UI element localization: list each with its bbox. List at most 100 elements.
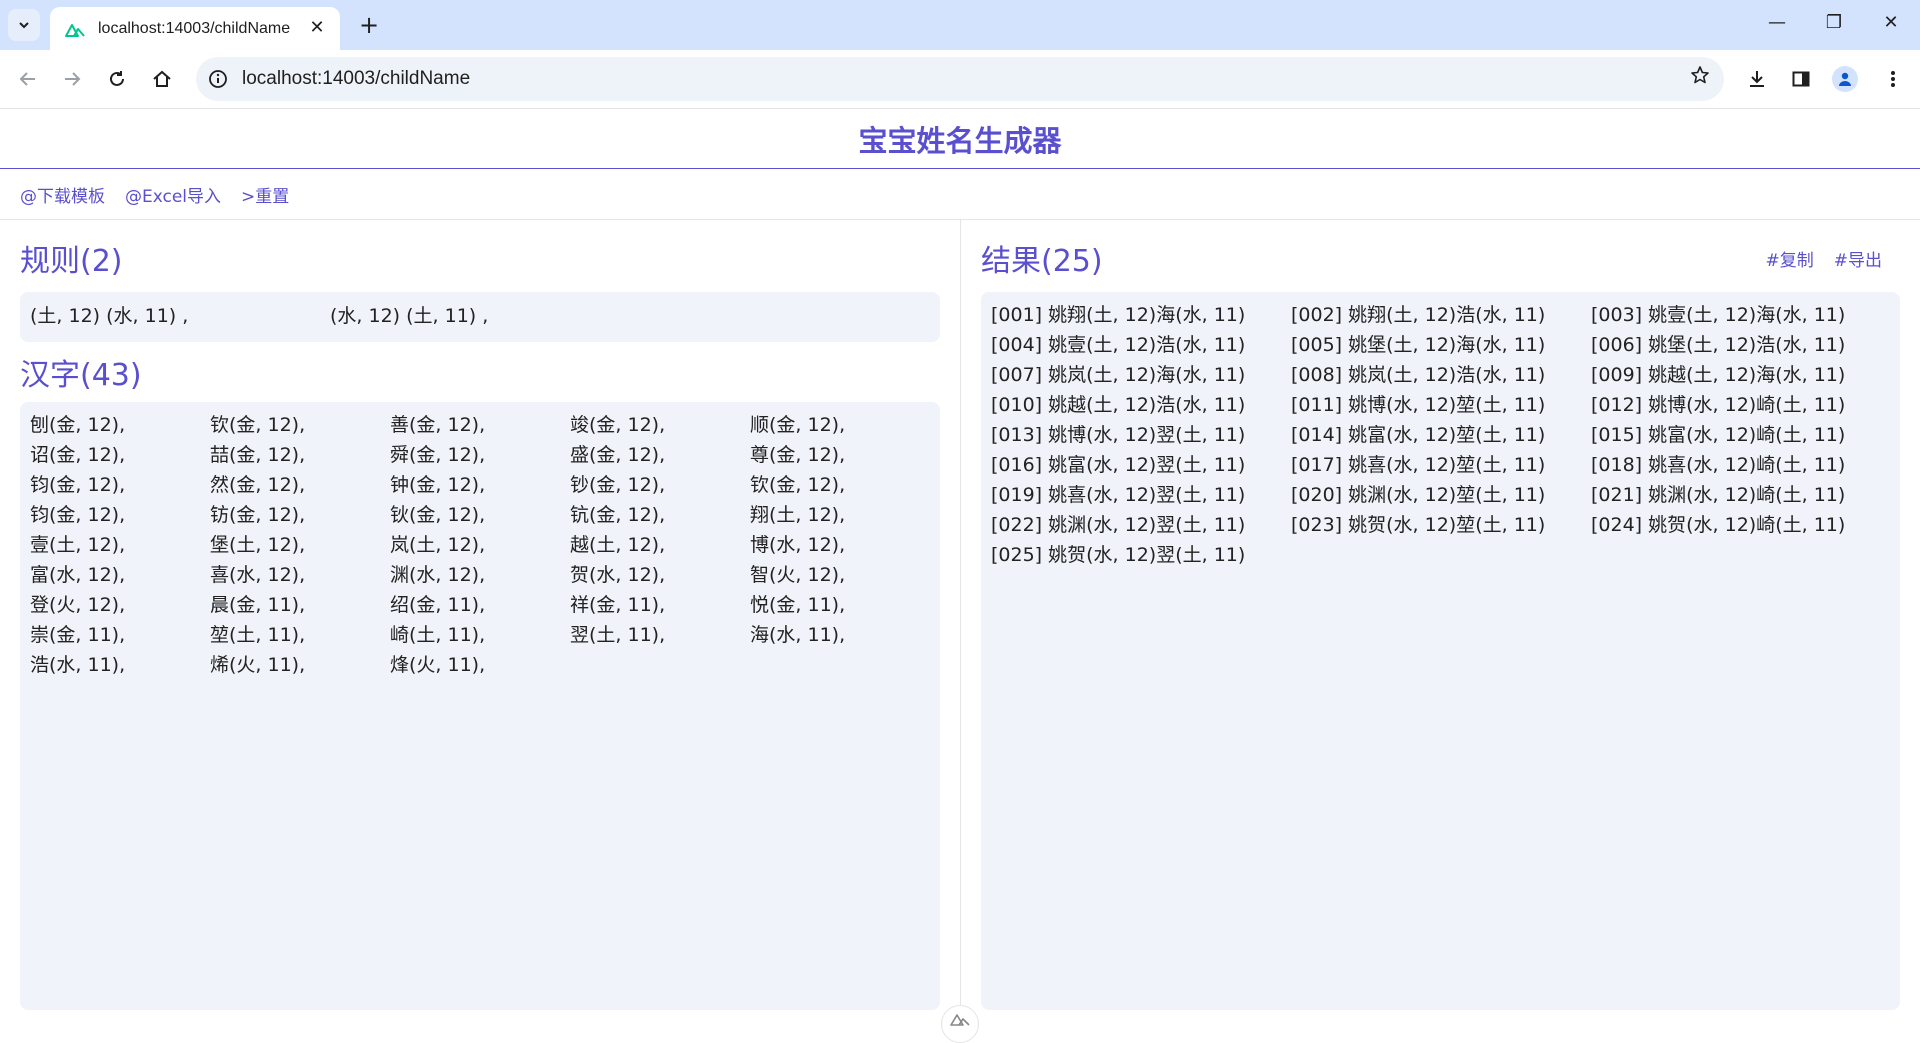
hanzi-item: 堃(土, 11), — [210, 624, 306, 646]
copy-link[interactable]: #复制 — [1766, 246, 1814, 271]
hanzi-item: 壹(土, 12), — [30, 534, 126, 556]
hanzi-panel: 刨(金, 12), 钦(金, 12), 善(金, 12), 竣(金, 12), 顺(金,… — [20, 402, 940, 1010]
restore-icon[interactable]: ❐ — [1822, 12, 1846, 33]
window-close-icon[interactable]: ✕ — [1879, 12, 1903, 33]
hanzi-item: 然(金, 12), — [210, 474, 306, 496]
download-icon[interactable] — [1741, 63, 1773, 95]
hanzi-item: 烯(火, 11), — [210, 654, 306, 676]
result-item: [009] 姚越(土, 12)海(水, 11) — [1591, 364, 1846, 386]
hanzi-item: 岚(土, 12), — [390, 534, 486, 556]
hanzi-item: 喜(水, 12), — [210, 564, 306, 586]
result-item: [005] 姚堡(土, 12)海(水, 11) — [1291, 334, 1546, 356]
hanzi-item: 钦(金, 12), — [210, 414, 306, 436]
home-icon[interactable] — [146, 63, 178, 95]
browser-toolbar: localhost:14003/childName — [0, 50, 1920, 109]
hanzi-item: 渊(水, 12), — [390, 564, 486, 586]
hanzi-item: 钞(金, 12), — [570, 474, 666, 496]
result-item: [022] 姚渊(水, 12)翌(土, 11) — [991, 514, 1246, 536]
hanzi-item: 善(金, 12), — [390, 414, 486, 436]
right-column: 结果(25) #复制 #导出 [001] 姚翔(土, 12)海(水, 11) [0… — [981, 220, 1900, 1030]
result-item: [020] 姚渊(水, 12)堃(土, 11) — [1291, 484, 1546, 506]
rules-panel: (土, 12) (水, 11) , (水, 12) (土, 11) , — [20, 292, 940, 342]
result-item: [012] 姚博(水, 12)崎(土, 11) — [1591, 394, 1846, 416]
profile-icon[interactable] — [1829, 63, 1861, 95]
result-item: [011] 姚博(水, 12)堃(土, 11) — [1291, 394, 1546, 416]
hanzi-item: 钧(金, 12), — [30, 474, 126, 496]
download-template-link[interactable]: @下载模板 — [20, 182, 105, 207]
export-link[interactable]: #导出 — [1834, 246, 1882, 271]
side-panel-icon[interactable] — [1785, 63, 1817, 95]
result-item: [002] 姚翔(土, 12)浩(水, 11) — [1291, 304, 1546, 326]
info-icon[interactable] — [206, 67, 230, 91]
hanzi-item: 堡(土, 12), — [210, 534, 306, 556]
chevron-down-icon — [19, 22, 29, 29]
hanzi-item: 钪(金, 12), — [570, 504, 666, 526]
results-title: 结果(25) — [981, 244, 1103, 279]
hanzi-item: 钧(金, 12), — [30, 504, 126, 526]
rule-item: (水, 12) (土, 11) , — [330, 305, 489, 327]
hanzi-item: 钟(金, 12), — [390, 474, 486, 496]
result-item: [007] 姚岚(土, 12)海(水, 11) — [991, 364, 1246, 386]
result-item: [015] 姚富(水, 12)崎(土, 11) — [1591, 424, 1846, 446]
hanzi-header: 汉字(43) — [20, 342, 940, 402]
result-item: [013] 姚博(水, 12)翌(土, 11) — [991, 424, 1246, 446]
rules-title: 规则(2) — [20, 244, 123, 279]
hanzi-item: 尊(金, 12), — [750, 444, 846, 466]
excel-import-link[interactable]: @Excel导入 — [125, 182, 221, 207]
active-tab[interactable]: localhost:14003/childName ✕ — [50, 7, 340, 50]
result-item: [010] 姚越(土, 12)浩(水, 11) — [991, 394, 1246, 416]
hanzi-item: 崇(金, 11), — [30, 624, 126, 646]
hanzi-item: 钬(金, 12), — [390, 504, 486, 526]
action-bar: @下载模板 @Excel导入 >重置 — [0, 169, 1920, 220]
page-header: 宝宝姓名生成器 — [0, 109, 1920, 169]
results-actions: #复制 #导出 — [1766, 246, 1901, 271]
kebab-menu-icon[interactable] — [1877, 63, 1909, 95]
nuxt-logo-icon — [64, 18, 86, 40]
address-bar[interactable]: localhost:14003/childName — [196, 57, 1724, 101]
hanzi-item: 舜(金, 12), — [390, 444, 486, 466]
nuxt-devtools-icon[interactable] — [941, 1005, 979, 1043]
browser-tab-strip: localhost:14003/childName ✕ + — ❐ ✕ — [0, 0, 1920, 50]
result-item: [008] 姚岚(土, 12)浩(水, 11) — [1291, 364, 1546, 386]
rules-header: 规则(2) — [20, 220, 940, 292]
arrow-right-icon[interactable] — [56, 63, 88, 95]
hanzi-item: 崎(土, 11), — [390, 624, 486, 646]
star-icon[interactable] — [1690, 65, 1710, 91]
hanzi-item: 钦(金, 12), — [750, 474, 846, 496]
hanzi-item: 翌(土, 11), — [570, 624, 666, 646]
hanzi-item: 晨(金, 11), — [210, 594, 306, 616]
column-divider — [960, 220, 961, 1030]
result-item: [023] 姚贺(水, 12)堃(土, 11) — [1291, 514, 1546, 536]
tab-close-icon[interactable]: ✕ — [306, 17, 328, 39]
rule-item: (土, 12) (水, 11) , — [30, 305, 189, 327]
hanzi-item: 祥(金, 11), — [570, 594, 666, 616]
hanzi-item: 登(火, 12), — [30, 594, 126, 616]
hanzi-item: 钫(金, 12), — [210, 504, 306, 526]
hanzi-item: 绍(金, 11), — [390, 594, 486, 616]
minimize-icon[interactable]: — — [1765, 12, 1789, 33]
result-item: [004] 姚壹(土, 12)浩(水, 11) — [991, 334, 1246, 356]
result-item: [006] 姚堡(土, 12)浩(水, 11) — [1591, 334, 1846, 356]
reload-icon[interactable] — [101, 63, 133, 95]
arrow-left-icon[interactable] — [12, 63, 44, 95]
hanzi-item: 智(火, 12), — [750, 564, 846, 586]
result-item: [024] 姚贺(水, 12)崎(土, 11) — [1591, 514, 1846, 536]
hanzi-item: 刨(金, 12), — [30, 414, 126, 436]
new-tab-button[interactable]: + — [355, 11, 383, 39]
result-item: [025] 姚贺(水, 12)翌(土, 11) — [991, 544, 1246, 566]
hanzi-item: 贺(水, 12), — [570, 564, 666, 586]
hanzi-item: 顺(金, 12), — [750, 414, 846, 436]
hanzi-item: 海(水, 11), — [750, 624, 846, 646]
hanzi-item: 悦(金, 11), — [750, 594, 846, 616]
hanzi-item: 翔(土, 12), — [750, 504, 846, 526]
app-page: 宝宝姓名生成器 @下载模板 @Excel导入 >重置 规则(2) (土, 12)… — [0, 109, 1920, 1030]
page-title: 宝宝姓名生成器 — [858, 123, 1062, 158]
result-item: [016] 姚富(水, 12)翌(土, 11) — [991, 454, 1246, 476]
url-text[interactable]: localhost:14003/childName — [242, 68, 470, 90]
result-item: [017] 姚喜(水, 12)堃(土, 11) — [1291, 454, 1546, 476]
hanzi-item: 喆(金, 12), — [210, 444, 306, 466]
result-item: [014] 姚富(水, 12)堃(土, 11) — [1291, 424, 1546, 446]
result-item: [018] 姚喜(水, 12)崎(土, 11) — [1591, 454, 1846, 476]
reset-link[interactable]: >重置 — [241, 182, 289, 207]
tab-search-button[interactable] — [8, 9, 40, 41]
